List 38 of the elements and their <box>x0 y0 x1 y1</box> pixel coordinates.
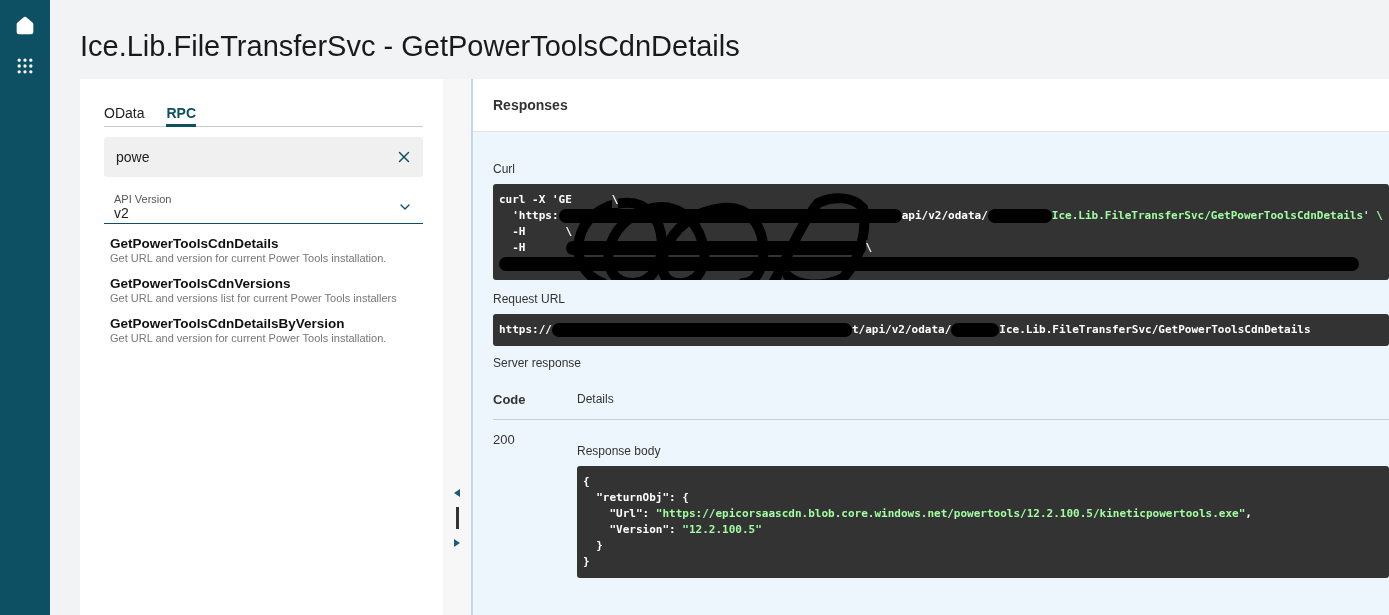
apps-button[interactable] <box>15 56 35 76</box>
code-text: https:// <box>499 322 552 338</box>
method-name[interactable]: GetPowerToolsCdnDetailsByVersion <box>110 316 417 331</box>
home-button[interactable] <box>15 16 35 36</box>
select-label: API Version <box>114 193 173 205</box>
tab[interactable]: OData <box>104 103 145 127</box>
resize-handle-icon[interactable] <box>455 507 459 529</box>
code-text: } <box>583 554 590 570</box>
curl-label: Curl <box>493 162 516 176</box>
expand-right-icon[interactable] <box>454 539 460 547</box>
method-description: Get URL and version for current Power Tools installation. <box>110 252 388 264</box>
code-text: api/v2/odata/ <box>901 208 988 224</box>
response-body-label: Response body <box>577 444 662 458</box>
code-text: { <box>583 474 590 490</box>
search-input[interactable]: powe <box>114 148 395 166</box>
section-heading: Responses <box>493 97 568 113</box>
home-icon <box>15 16 35 36</box>
method-description: Get URL and version for current Power Tools installation. <box>110 332 388 344</box>
search-field[interactable]: powe <box>104 137 423 177</box>
method-description: Get URL and versions list for current Power Tools installers <box>110 292 398 304</box>
grid-icon <box>15 56 35 76</box>
redaction-mark <box>951 323 1000 337</box>
method-name[interactable]: GetPowerToolsCdnVersions <box>110 276 417 291</box>
response-code: 200 <box>493 432 516 449</box>
page-title: Ice.Lib.FileTransferSvc - GetPowerToolsCdnDetails <box>80 30 741 63</box>
column-header: Code <box>493 392 527 407</box>
redaction-mark <box>987 209 1052 223</box>
api-version-select[interactable]: API Version v2 <box>104 189 423 224</box>
column-header: Details <box>577 392 614 407</box>
request-url-label: Request URL <box>493 292 567 306</box>
code-text: t/api/v2/odata/ <box>852 322 952 338</box>
code-text: \ <box>611 192 619 208</box>
collapse-left-icon[interactable] <box>454 489 460 497</box>
method-name[interactable]: GetPowerToolsCdnDetails <box>110 236 417 251</box>
select-value: v2 <box>114 205 130 221</box>
code-text: "https://epicorsaascdn.blob.core.windows.net/powertools/12.2.100.5/kineticpowertools.exe" <box>655 506 1246 522</box>
server-response-label: Server response <box>493 356 583 370</box>
tab[interactable]: RPC <box>166 103 197 127</box>
